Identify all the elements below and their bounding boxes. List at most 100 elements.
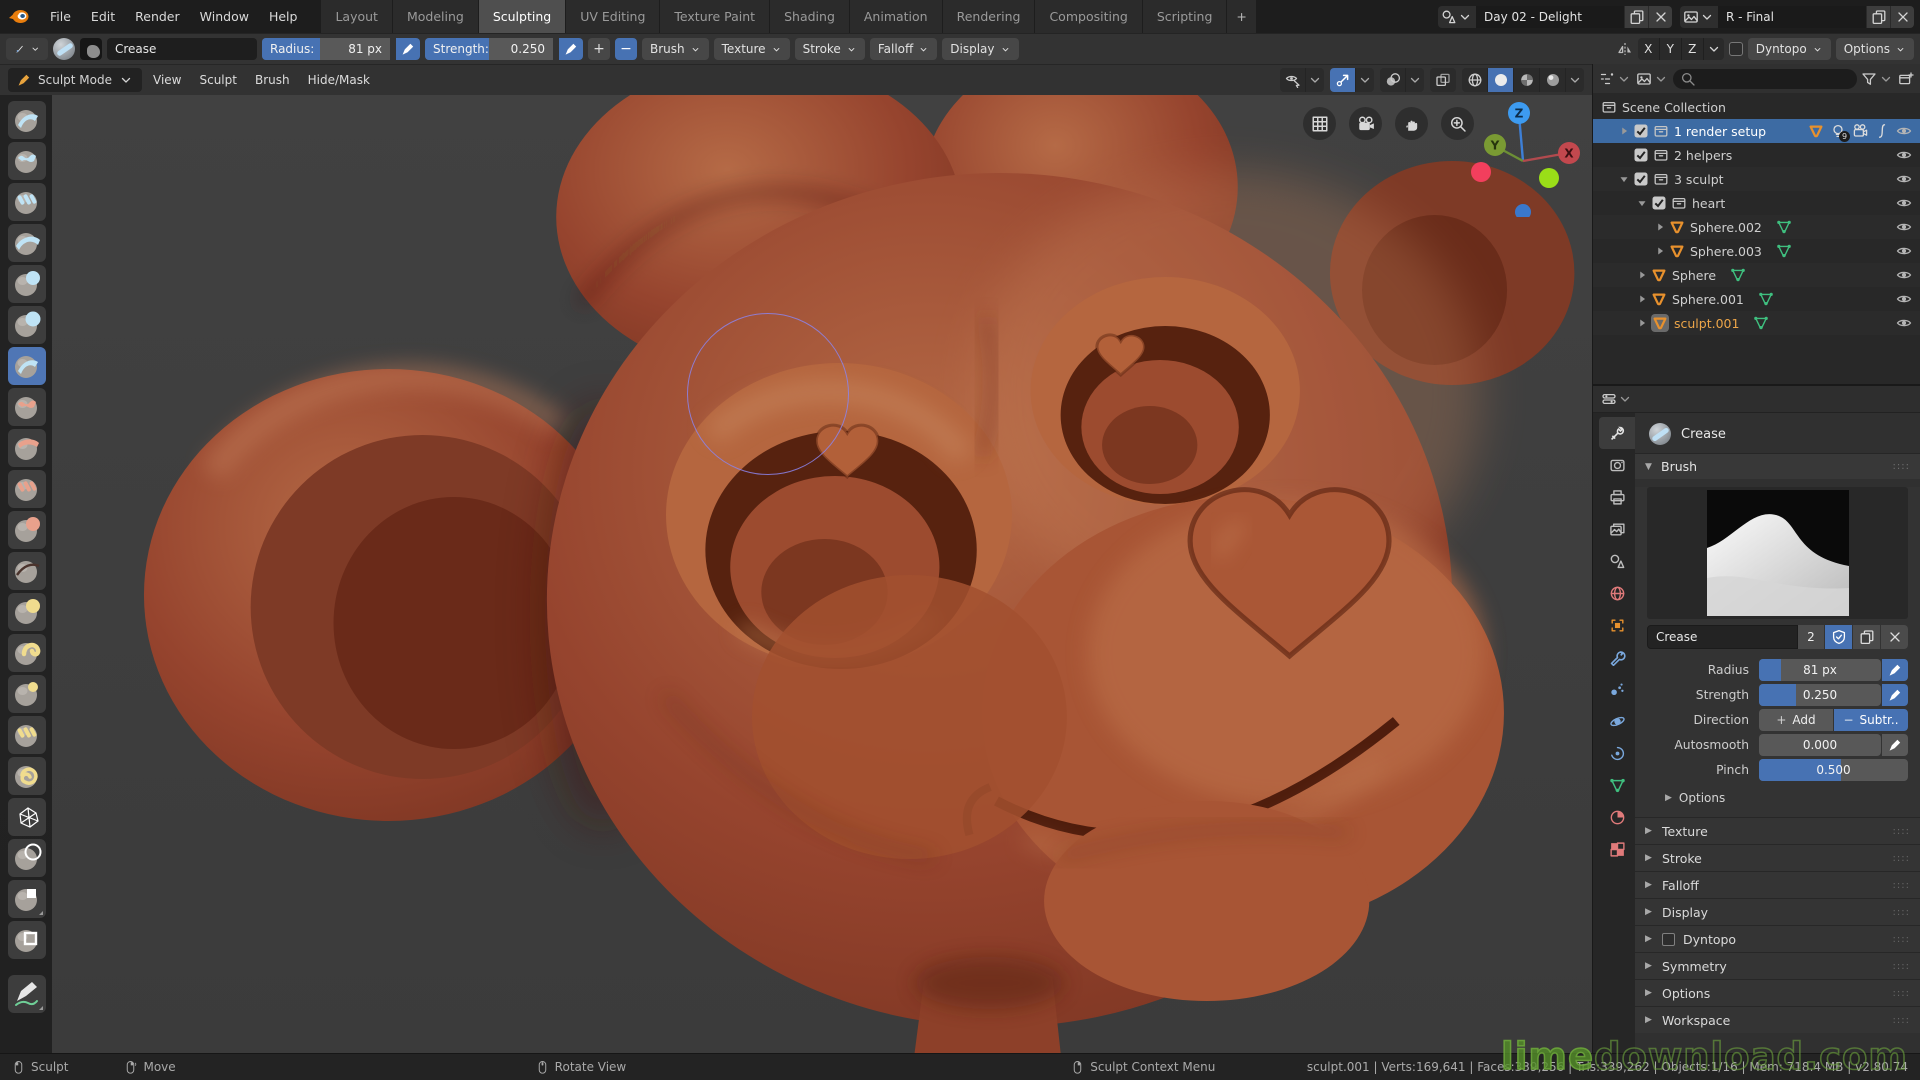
properties-tab-view-layer[interactable] <box>1599 513 1635 545</box>
workspace-tab-modeling[interactable]: Modeling <box>392 0 479 33</box>
outliner-row-heart[interactable]: heart <box>1593 191 1920 215</box>
outliner-row-sphere[interactable]: Sphere <box>1593 263 1920 287</box>
brush-preview-icon[interactable] <box>53 38 75 60</box>
viewport-menu-hide-mask[interactable]: Hide/Mask <box>299 68 379 92</box>
tool-rotate[interactable] <box>8 757 46 795</box>
scene-copy-button[interactable] <box>1624 5 1648 28</box>
direction-add-button[interactable]: + <box>588 38 610 60</box>
fake-user-toggle[interactable] <box>1825 625 1852 649</box>
outliner-row-3-sculpt[interactable]: 3 sculpt <box>1593 167 1920 191</box>
panel-options[interactable]: ▶ Options:::: <box>1635 979 1920 1006</box>
direction-subtr-button[interactable]: − Subtr.. <box>1834 709 1908 731</box>
outliner-display-mode-dropdown[interactable] <box>1636 71 1669 87</box>
view-layer-name[interactable]: R - Final <box>1718 5 1866 28</box>
brush-name-field[interactable]: Crease <box>107 38 257 60</box>
scene-close-button[interactable] <box>1648 5 1672 28</box>
hide-in-viewport-toggle[interactable] <box>1896 243 1912 259</box>
properties-tab-modifiers[interactable] <box>1599 641 1635 673</box>
brush-options-subpanel[interactable]: ▶ Options <box>1635 784 1920 809</box>
workspace-tab-uv-editing[interactable]: UV Editing <box>566 0 661 33</box>
shading-solid-icon[interactable] <box>1488 68 1514 92</box>
tool-snake-hook[interactable] <box>8 634 46 672</box>
properties-tab-output[interactable] <box>1599 481 1635 513</box>
tool-clay-strips[interactable] <box>8 183 46 221</box>
outliner-row-1-render-setup[interactable]: 1 render setup 9 <box>1593 119 1920 143</box>
strength-slider[interactable]: Strength: 0.250 <box>425 38 553 60</box>
navigation-gizmo[interactable]: Z Y X <box>1464 99 1582 217</box>
workspace-tab-sculpting[interactable]: Sculpting <box>478 0 567 33</box>
hide-in-viewport-toggle[interactable] <box>1896 123 1912 139</box>
panel-stroke[interactable]: ▶ Stroke:::: <box>1635 844 1920 871</box>
outliner-row-sphere-003[interactable]: Sphere.003 <box>1593 239 1920 263</box>
tool-simplify[interactable] <box>8 798 46 836</box>
toggle-grid-icon[interactable] <box>1303 107 1336 140</box>
direction-add-button[interactable]: + Add <box>1759 709 1833 731</box>
workspace-tab-scripting[interactable]: Scripting <box>1142 0 1228 33</box>
overlays-toggle-icon[interactable] <box>1380 68 1406 92</box>
radius-slider[interactable]: 81 px <box>1759 659 1881 681</box>
mirror-axis-dropdown[interactable] <box>1703 38 1724 60</box>
tool-box-mask[interactable] <box>8 880 46 918</box>
viewport-menu-view[interactable]: View <box>144 68 190 92</box>
brush-panel-header[interactable]: ▼ Brush :::: <box>1635 453 1920 479</box>
visibility-dropdown[interactable] <box>1306 68 1324 92</box>
display-popover[interactable]: Display <box>942 38 1019 60</box>
viewport-menu-brush[interactable]: Brush <box>246 68 299 92</box>
workspace-tab-texture-paint[interactable]: Texture Paint <box>660 0 771 33</box>
outliner-row-sphere-001[interactable]: Sphere.001 <box>1593 287 1920 311</box>
properties-tab-physics[interactable] <box>1599 705 1635 737</box>
scene-name[interactable]: Day 02 - Delight <box>1476 5 1624 28</box>
hide-in-viewport-toggle[interactable] <box>1896 219 1912 235</box>
mirror-axis-y[interactable]: Y <box>1659 38 1682 60</box>
mirror-axis-z[interactable]: Z <box>1681 38 1704 60</box>
outliner-row-2-helpers[interactable]: 2 helpers <box>1593 143 1920 167</box>
tool-fill[interactable] <box>8 470 46 508</box>
tool-crease[interactable] <box>8 347 46 385</box>
properties-tab-texture[interactable] <box>1599 833 1635 865</box>
tool-smooth[interactable] <box>8 388 46 426</box>
shading-dropdown[interactable] <box>1566 68 1584 92</box>
panel-dyntopo[interactable]: ▶ Dyntopo:::: <box>1635 925 1920 952</box>
properties-tab-render[interactable] <box>1599 449 1635 481</box>
shading-material-icon[interactable] <box>1514 68 1540 92</box>
panel-symmetry[interactable]: ▶ Symmetry:::: <box>1635 952 1920 979</box>
collection-checkbox[interactable] <box>1633 171 1649 187</box>
unlink-brush-button[interactable] <box>1881 625 1908 649</box>
viewport-menu-sculpt[interactable]: Sculpt <box>190 68 245 92</box>
view-layer-copy-button[interactable] <box>1866 5 1890 28</box>
panel-workspace[interactable]: ▶ Workspace:::: <box>1635 1006 1920 1033</box>
panel-texture[interactable]: ▶ Texture:::: <box>1635 817 1920 844</box>
direction-subtract-button[interactable]: − <box>615 38 637 60</box>
tool-box-hide[interactable] <box>8 921 46 959</box>
autosmooth-slider[interactable]: 0.000 <box>1759 734 1881 756</box>
dyntopo-dropdown[interactable]: Dyntopo <box>1747 38 1831 60</box>
outliner-editor-type-dropdown[interactable] <box>1599 71 1632 87</box>
options-dropdown[interactable]: Options <box>1835 38 1914 60</box>
dyntopo-checkbox[interactable] <box>1728 42 1743 56</box>
hide-in-viewport-toggle[interactable] <box>1896 171 1912 187</box>
view-layer-close-button[interactable] <box>1890 5 1914 28</box>
tool-layer[interactable] <box>8 224 46 262</box>
strength-pressure-toggle[interactable] <box>559 38 583 60</box>
dyntopo-panel-checkbox[interactable] <box>1662 932 1675 946</box>
tool-inflate[interactable] <box>8 265 46 303</box>
outliner-row-scene-collection[interactable]: Scene Collection <box>1593 95 1920 119</box>
viewport-canvas[interactable]: Z Y X <box>0 95 1592 1053</box>
menu-window[interactable]: Window <box>190 2 259 31</box>
brush-texture-icon[interactable] <box>80 38 102 60</box>
tool-flatten[interactable] <box>8 429 46 467</box>
properties-tab-world[interactable] <box>1599 577 1635 609</box>
hide-in-viewport-toggle[interactable] <box>1896 267 1912 283</box>
active-tool-dropdown[interactable] <box>6 38 48 60</box>
blender-logo-icon[interactable] <box>8 7 30 27</box>
tool-annotate[interactable] <box>8 975 46 1013</box>
hide-in-viewport-toggle[interactable] <box>1896 195 1912 211</box>
new-collection-button[interactable] <box>1898 71 1914 87</box>
outliner-row-sculpt-001[interactable]: sculpt.001 <box>1593 311 1920 335</box>
texture-popover[interactable]: Texture <box>713 38 790 60</box>
add-workspace-button[interactable]: + <box>1227 0 1257 33</box>
xray-toggle-icon[interactable] <box>1430 68 1456 92</box>
outliner-filter-dropdown[interactable] <box>1861 71 1894 87</box>
gizmos-toggle-icon[interactable] <box>1330 68 1356 92</box>
shading-rendered-icon[interactable] <box>1540 68 1566 92</box>
